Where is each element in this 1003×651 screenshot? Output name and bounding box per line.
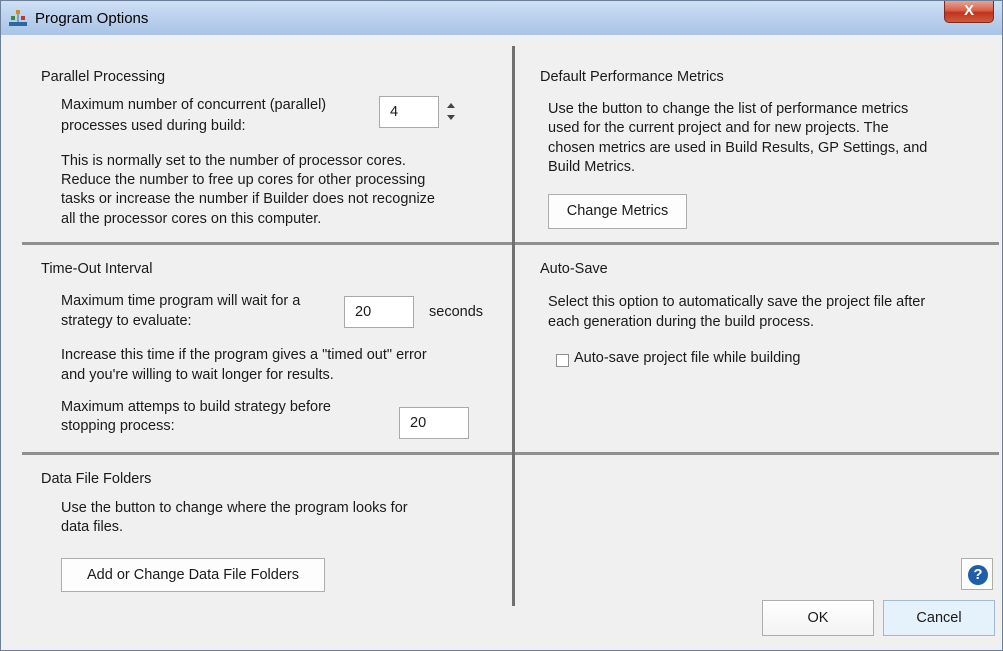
autosave-desc-line1: Select this option to automatically save… <box>548 294 926 310</box>
parallel-desc-line1: This is normally set to the number of pr… <box>61 153 406 169</box>
change-metrics-button[interactable]: Change Metrics <box>548 194 687 229</box>
cancel-button[interactable]: Cancel <box>883 600 995 636</box>
metrics-desc-line4: Build Metrics. <box>548 159 636 175</box>
timeout-unit-label: seconds <box>429 304 484 320</box>
divider-timeout <box>22 452 512 455</box>
column-divider <box>512 46 515 606</box>
change-data-folders-button[interactable]: Add or Change Data File Folders <box>61 558 325 592</box>
window-title: Program Options <box>35 10 149 27</box>
help-button[interactable]: ? <box>961 558 993 590</box>
autosave-heading: Auto-Save <box>540 261 608 277</box>
autosave-checkbox[interactable] <box>556 354 569 367</box>
divider-parallel <box>22 242 512 245</box>
timeout-heading: Time-Out Interval <box>41 261 153 277</box>
help-icon: ? <box>968 565 988 585</box>
parallel-heading: Parallel Processing <box>41 69 166 85</box>
ok-button[interactable]: OK <box>762 600 874 636</box>
autosave-checkbox-label[interactable]: Auto-save project file while building <box>574 349 801 369</box>
timeout-seconds-input[interactable]: 20 <box>344 296 414 328</box>
parallel-label-line2: processes used during build: <box>61 118 246 134</box>
program-options-dialog: Program Options X Parallel Processing Ma… <box>0 0 1003 651</box>
timeout-label-line1: Maximum time program will wait for a <box>61 293 301 309</box>
timeout-desc-line1: Increase this time if the program gives … <box>61 347 427 363</box>
dialog-body: Parallel Processing Maximum number of co… <box>10 36 1000 650</box>
divider-metrics <box>515 242 999 245</box>
attempts-input[interactable]: 20 <box>399 407 469 439</box>
metrics-heading: Default Performance Metrics <box>540 69 724 85</box>
divider-autosave <box>515 452 999 455</box>
parallel-desc-line4: all the processor cores on this computer… <box>61 211 322 227</box>
stepper-up-icon[interactable] <box>447 103 455 108</box>
autosave-desc-line2: each generation during the build process… <box>548 314 815 330</box>
parallel-count-input[interactable]: 4 <box>379 96 439 128</box>
app-icon <box>9 10 27 26</box>
datafolders-desc-line1: Use the button to change where the progr… <box>61 500 408 516</box>
attempts-label-line2: stopping process: <box>61 418 175 434</box>
timeout-desc-line2: and you're willing to wait longer for re… <box>61 367 334 383</box>
metrics-desc-line1: Use the button to change the list of per… <box>548 101 909 117</box>
datafolders-heading: Data File Folders <box>41 471 152 487</box>
title-bar[interactable]: Program Options X <box>1 1 1002 35</box>
close-button[interactable]: X <box>944 1 994 23</box>
timeout-label-line2: strategy to evaluate: <box>61 313 192 329</box>
parallel-label-line1: Maximum number of concurrent (parallel) <box>61 97 327 113</box>
parallel-desc-line3: tasks or increase the number if Builder … <box>61 191 435 207</box>
metrics-desc-line2: used for the current project and for new… <box>548 120 889 136</box>
datafolders-desc-line2: data files. <box>61 519 124 535</box>
parallel-count-stepper[interactable] <box>443 96 459 128</box>
metrics-desc-line3: chosen metrics are used in Build Results… <box>548 140 928 156</box>
stepper-down-icon[interactable] <box>447 115 455 120</box>
parallel-desc-line2: Reduce the number to free up cores for o… <box>61 172 426 188</box>
attempts-label-line1: Maximum attemps to build strategy before <box>61 399 331 415</box>
